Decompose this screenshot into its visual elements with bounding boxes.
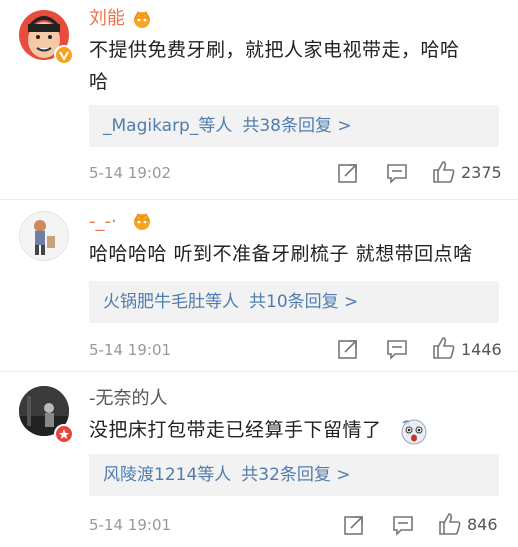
replies-count[interactable]: 共32条回复 >: [241, 465, 350, 485]
replies-preview[interactable]: 风陵渡1214等人 共32条回复 >: [89, 454, 499, 496]
replies-suffix: 等人: [197, 465, 232, 485]
like-count: 846: [467, 515, 498, 534]
comment-icon[interactable]: [386, 338, 408, 364]
comment-text: 没把床打包带走已经算手下留情了: [89, 414, 382, 446]
comment-text-line: 哈哈哈哈 听到不准备牙刷梳子 就想带回点啥: [89, 243, 473, 265]
like-count: 2375: [461, 163, 502, 182]
comment-icon[interactable]: [392, 514, 414, 540]
comment-item: 刘能 不提供免费牙刷，就把人家电视带走，哈哈 哈 _Magikarp_等人 共38…: [0, 0, 518, 200]
replies-count[interactable]: 共38条回复 >: [242, 116, 351, 136]
replies-suffix: 等人: [205, 292, 239, 312]
surprised-emoji-icon: [401, 419, 427, 449]
crown-vip-icon: [131, 212, 153, 230]
comment-text-line: 没把床打包带走已经算手下留情了: [89, 419, 382, 441]
verified-badge-icon: [54, 424, 74, 444]
forward-icon[interactable]: [343, 514, 365, 540]
username[interactable]: -_-·: [89, 211, 117, 233]
replies-preview[interactable]: 火锅肥牛毛肚等人 共10条回复 >: [89, 281, 499, 323]
username[interactable]: -无奈的人: [89, 388, 168, 410]
forward-icon[interactable]: [337, 338, 359, 364]
verified-badge-icon: [54, 45, 74, 65]
comment-text: 不提供免费牙刷，就把人家电视带走，哈哈 哈: [89, 34, 494, 98]
username[interactable]: 刘能: [89, 8, 125, 30]
replies-users[interactable]: 风陵渡1214: [103, 465, 197, 485]
comment-text-line: 不提供免费牙刷，就把人家电视带走，哈哈: [89, 39, 460, 61]
thumbs-up-icon[interactable]: [438, 512, 462, 540]
replies-users[interactable]: 火锅肥牛毛肚: [103, 292, 205, 312]
timestamp: 5-14 19:01: [89, 516, 172, 534]
replies-users[interactable]: _Magikarp_: [103, 116, 198, 136]
comment-item: -_-· 哈哈哈哈 听到不准备牙刷梳子 就想带回点啥 火锅肥牛毛肚等人 共10条回…: [0, 200, 518, 372]
crown-vip-icon: [131, 10, 153, 28]
comment-text: 哈哈哈哈 听到不准备牙刷梳子 就想带回点啥: [89, 238, 494, 270]
timestamp: 5-14 19:01: [89, 341, 172, 359]
timestamp: 5-14 19:02: [89, 164, 172, 182]
replies-count[interactable]: 共10条回复 >: [249, 292, 358, 312]
replies-suffix: 等人: [198, 116, 233, 136]
thumbs-up-icon[interactable]: [432, 160, 456, 188]
thumbs-up-icon[interactable]: [432, 336, 456, 364]
comment-item: -无奈的人 没把床打包带走已经算手下留情了 风陵渡1214等人 共32条回复 > …: [0, 372, 518, 547]
avatar[interactable]: [19, 211, 69, 261]
comment-icon[interactable]: [386, 162, 408, 188]
replies-preview[interactable]: _Magikarp_等人 共38条回复 >: [89, 105, 499, 147]
like-count: 1446: [461, 340, 502, 359]
forward-icon[interactable]: [337, 162, 359, 188]
comment-text-line: 哈: [89, 71, 109, 93]
